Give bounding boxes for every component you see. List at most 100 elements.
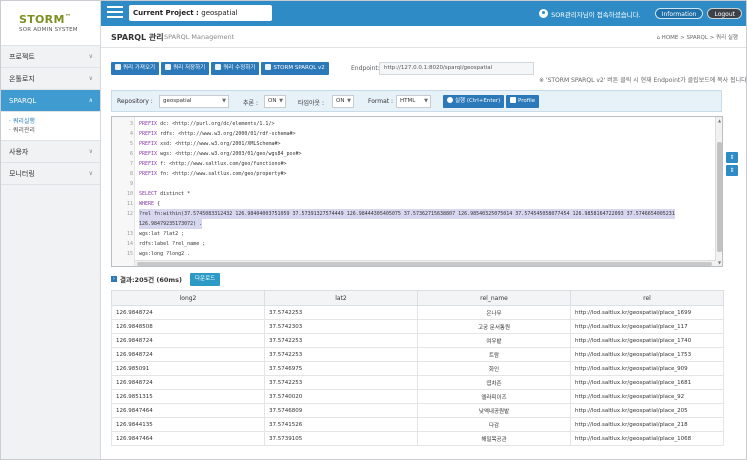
table-cell: 화인	[417, 361, 571, 376]
scroll-down-icon[interactable]: ▼	[717, 260, 722, 265]
sidebar-item-label: 모니터링	[9, 170, 35, 178]
sidebar-item-label: SPARQL	[9, 97, 37, 105]
caret-down-icon: ▼	[347, 98, 351, 104]
table-cell: 37.5742253	[264, 347, 418, 362]
logo-text: STORM™	[19, 13, 72, 26]
code-text: PREFIX fn: <http://www.saltlux.com/geo/p…	[139, 171, 287, 177]
app-window: STORM™ SOR ADMIN SYSTEM 프로젝트 ∨ 온톨로지 ∨ SP…	[0, 0, 747, 460]
menu-icon[interactable]	[107, 6, 123, 20]
result-summary: 결과:205건 (60ms)	[120, 276, 182, 284]
sidebar-item-user[interactable]: 사용자 ∨	[1, 141, 100, 163]
submenu-item-query-manage[interactable]: · 쿼리관리	[9, 126, 100, 135]
table-cell: 37.5739105	[264, 431, 418, 446]
sidebar-item-sparql[interactable]: SPARQL ∧	[1, 90, 100, 112]
table-cell: 낮액내공원밭	[417, 403, 571, 418]
top-bar: Current Project : geospatial SOR관리자님이 접속…	[101, 1, 746, 26]
table-cell: 여우밭	[417, 333, 571, 348]
page-header: SPARQL 관리 SPARQL Management ⌂ HOME > SPA…	[101, 26, 746, 48]
code-text: PREFIX xsd: <http://www.w3.org/2001/XMLS…	[139, 141, 281, 147]
editor-horizontal-scrollbar[interactable]	[135, 260, 716, 266]
code-line: 9	[112, 179, 692, 189]
logout-button[interactable]: Logout	[707, 8, 742, 19]
save-query-button[interactable]: 쿼리 저장하기	[161, 62, 210, 75]
table-cell: http://lod.saltlux.kr/geospatial/place_9…	[570, 361, 724, 376]
current-project-label: Current Project :	[133, 9, 202, 17]
code-text: SELECT distinct *	[139, 191, 191, 197]
chevron-down-icon: ∨	[88, 53, 93, 60]
current-project-selector[interactable]: Current Project : geospatial	[129, 5, 272, 21]
sidebar-item-ontology[interactable]: 온톨로지 ∨	[1, 68, 100, 90]
endpoint-field[interactable]: http://127.0.0.1:8020/sparql/geospatial	[379, 62, 534, 75]
expand-up-button[interactable]: ⇕	[726, 152, 738, 163]
code-line: 13 wgs:lat ?lat2 ;	[112, 229, 692, 239]
profile-button[interactable]: Profile	[506, 95, 540, 108]
editor-vertical-scrollbar[interactable]: ▲ ▼	[715, 117, 722, 266]
welcome-text: SOR관리자님이 접속하셨습니다.	[551, 10, 641, 19]
line-number: 14	[126, 241, 133, 247]
query-options-bar: Repository : geospatial ▼ 추론 : ON ▼ 타임아웃 :…	[111, 90, 722, 112]
line-number: 7	[129, 161, 133, 167]
table-row[interactable]: 126.9847464 37.5739105 해밀목공관 http://lod.sal…	[111, 431, 724, 446]
table-cell: 37.5746975	[264, 361, 418, 376]
column-header-rel[interactable]: rel	[570, 290, 724, 306]
information-button[interactable]: Information	[654, 8, 704, 19]
table-cell: 해밀목공관	[417, 431, 571, 446]
table-row[interactable]: 126.9844135 37.5741526 다감 http://lod.saltlu…	[111, 417, 724, 432]
table-row[interactable]: 126.9848724 37.5742253 트람 http://lod.saltlu…	[111, 347, 724, 362]
timeout-select[interactable]: ON ▼	[332, 95, 354, 108]
sidebar-item-project[interactable]: 프로젝트 ∨	[1, 46, 100, 68]
current-project-value: geospatial	[201, 9, 238, 17]
timeout-label: 타임아웃 :	[298, 100, 325, 107]
scroll-up-icon[interactable]: ▲	[717, 118, 722, 123]
line-number: 6	[129, 151, 133, 157]
code-text: 126.98479235173072) .	[139, 219, 203, 229]
code-line: 4 PREFIX rdfs: <http://www.w3.org/2000/01…	[112, 129, 692, 139]
table-row[interactable]: 126.9848724 37.5742253 은나무 http://lod.saltl…	[111, 305, 724, 320]
edit-query-button[interactable]: 쿼리 수정하기	[211, 62, 260, 75]
table-row[interactable]: 126.9848724 37.5742253 엽차존 http://lod.saltl…	[111, 375, 724, 390]
format-select[interactable]: HTML ▼	[396, 95, 431, 108]
repository-select[interactable]: geospatial ▼	[159, 95, 229, 108]
table-cell: http://lod.saltlux.kr/geospatial/place_1…	[570, 319, 724, 334]
repository-label: Repository :	[117, 98, 153, 105]
page-title: SPARQL 관리	[111, 33, 164, 42]
result-table: long2 lat2 rel_name rel 126.9848724 37.57…	[111, 290, 724, 446]
column-header-rel-name[interactable]: rel_name	[417, 290, 571, 306]
download-button[interactable]: 다운로드	[190, 272, 221, 286]
run-query-button[interactable]: 실행 (Ctrl+Enter)	[443, 95, 505, 108]
code-line: 11 WHERE {	[112, 199, 692, 209]
table-cell: http://lod.saltlux.kr/geospatial/place_2…	[570, 403, 724, 418]
code-text: wgs:lat ?lat2 ;	[139, 231, 185, 237]
scroll-thumb[interactable]	[717, 142, 722, 252]
table-cell: 37.5742253	[264, 333, 418, 348]
load-query-button[interactable]: 쿼리 가져오기	[111, 62, 160, 75]
table-row[interactable]: 126.9848508 37.5742303 고궁 문서통원 http://lod.s…	[111, 319, 724, 334]
query-editor[interactable]: 3 PREFIX dc: <http://purl.org/dc/elements…	[111, 116, 723, 267]
storm-sparql-v2-button[interactable]: STORM SPARQL v2	[261, 62, 329, 75]
table-row[interactable]: 126.985091 37.5746975 화인 http://lod.saltlux…	[111, 361, 724, 376]
copy-icon	[265, 64, 272, 70]
column-header-lat2[interactable]: lat2	[264, 290, 418, 306]
submenu-item-query-run[interactable]: · 쿼리실행	[9, 117, 100, 126]
inference-label: 추론 :	[243, 100, 258, 107]
table-cell: 126.9851315	[111, 389, 265, 404]
table-cell: 37.5741526	[264, 417, 418, 432]
inference-select[interactable]: ON ▼	[264, 95, 286, 108]
sidebar-item-label: 온톨로지	[9, 75, 35, 83]
sidebar-item-label: 프로젝트	[9, 53, 35, 61]
code-text: wgs:long ?long2 .	[139, 251, 191, 257]
table-row[interactable]: 126.9851315 37.5740020 엘라피이즈 http://lod.sal…	[111, 389, 724, 404]
table-row[interactable]: 126.9847464 37.5746809 낮액내공원밭 http://lod.sa…	[111, 403, 724, 418]
table-row[interactable]: 126.9848724 37.5742253 여우밭 http://lod.saltl…	[111, 333, 724, 348]
table-cell: 엘라피이즈	[417, 389, 571, 404]
line-number: 3	[129, 121, 133, 127]
expand-down-button[interactable]: ⇕	[726, 165, 738, 176]
code-line: 8 PREFIX fn: <http://www.saltlux.com/geo/…	[112, 169, 692, 179]
logo[interactable]: STORM™ SOR ADMIN SYSTEM	[1, 1, 100, 46]
code-line: 12 ?rel fn:within(37.5745083312432 126.9…	[112, 209, 692, 219]
scroll-thumb[interactable]	[137, 262, 712, 266]
code-text: rdfs:label ?rel_name ;	[139, 241, 206, 247]
table-cell: http://lod.saltlux.kr/geospatial/place_1…	[570, 305, 724, 320]
column-header-long2[interactable]: long2	[111, 290, 265, 306]
sidebar-item-monitoring[interactable]: 모니터링 ∨	[1, 163, 100, 185]
